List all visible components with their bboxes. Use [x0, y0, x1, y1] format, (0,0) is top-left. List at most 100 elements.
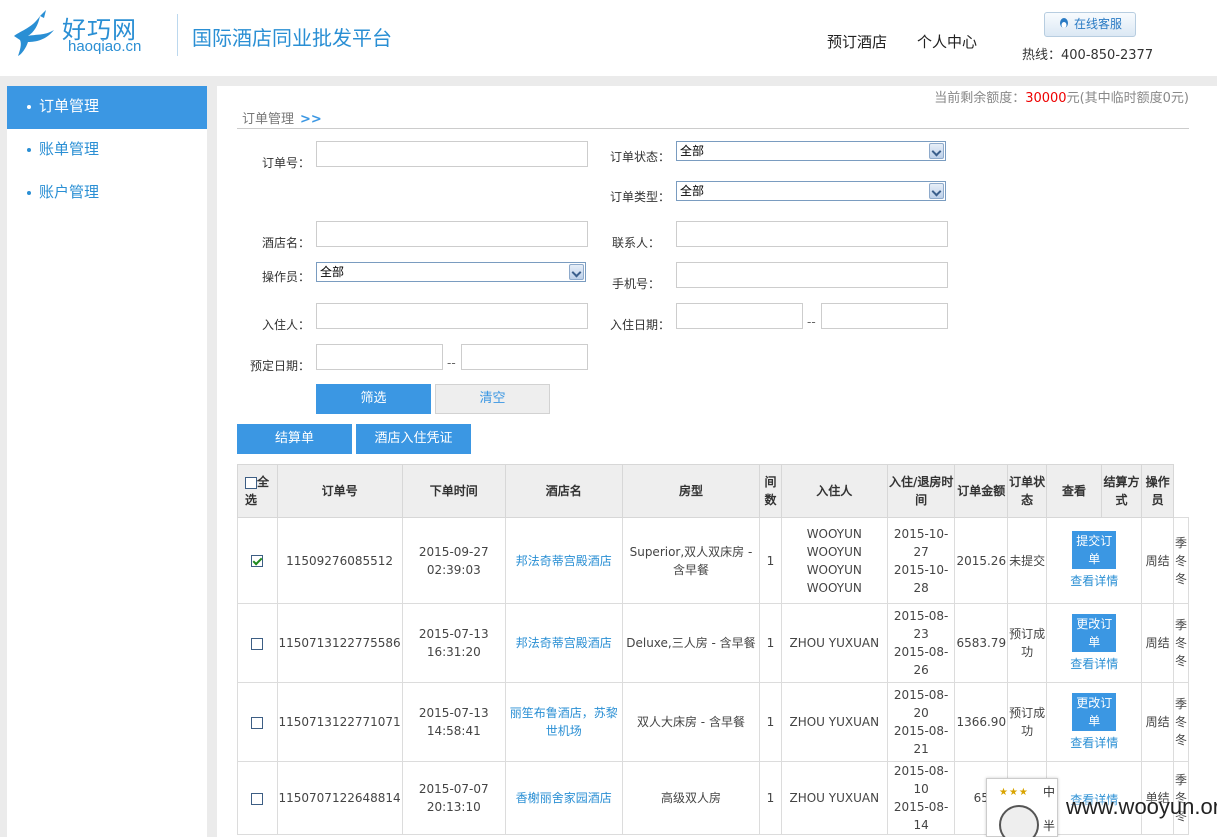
order-no-cell: 1150713122775586 — [276, 603, 403, 683]
settlement-cell: 周结 — [1141, 603, 1174, 683]
col-order-time: 下单时间 — [401, 464, 506, 518]
order-clock: 16:31:20 — [426, 645, 481, 659]
order-type-select[interactable]: 全部 — [676, 181, 946, 201]
row-select-cell — [237, 682, 278, 762]
checkin-date-label: 入住日期： — [609, 318, 670, 332]
checkin-date: 2015-08-23 — [893, 609, 949, 641]
col-status: 订单状态 — [1007, 464, 1048, 518]
chevron-down-icon — [569, 264, 584, 280]
order-time-cell: 2015-07-13 14:58:41 — [401, 682, 506, 762]
hotel-link[interactable]: 邦法奇蒂宫殿酒店 — [516, 554, 612, 568]
sidebar-item-account[interactable]: 账户管理 — [7, 172, 207, 215]
table-row: 1150713122771071 2015-07-13 14:58:41 丽笙布鲁… — [237, 682, 1190, 762]
stay-dates-cell: 2015-08-20 2015-08-21 — [886, 682, 956, 762]
order-time-cell: 2015-07-07 20:13:10 — [401, 761, 506, 835]
guest-input[interactable] — [316, 303, 588, 329]
online-service-button[interactable]: 在线客服 — [1044, 12, 1136, 37]
row-checkbox[interactable] — [251, 792, 264, 805]
filter-button[interactable]: 筛选 — [316, 384, 431, 414]
operator-label: 操作员： — [261, 270, 310, 284]
view-details-link[interactable]: 查看详情 — [1048, 734, 1140, 752]
site-header: 好巧网 haoqiao.cn 国际酒店同业批发平台 预订酒店 个人中心 在线客服… — [0, 0, 1217, 76]
hotel-name-input[interactable] — [316, 221, 588, 247]
phone-label: 手机号： — [611, 277, 660, 291]
hotel-voucher-button[interactable]: 酒店入住凭证 — [356, 424, 471, 454]
bird-logo-icon — [14, 10, 54, 56]
order-clock: 02:39:03 — [426, 562, 481, 577]
row-checkbox[interactable] — [251, 716, 264, 729]
hotel-cell: 丽笙布鲁酒店，苏黎世机场 — [504, 682, 623, 762]
room-count-cell: 1 — [759, 603, 782, 683]
order-no-input[interactable] — [316, 141, 588, 167]
col-room-type: 房型 — [621, 464, 761, 518]
col-room-count: 间数 — [759, 464, 782, 518]
phone-input[interactable] — [676, 262, 948, 288]
site-logo[interactable]: 好巧网 haoqiao.cn — [10, 8, 180, 60]
hotel-link[interactable]: 香榭丽舍家园酒店 — [516, 791, 612, 805]
row-checkbox[interactable] — [251, 637, 264, 650]
operator-cell: 季冬冬 — [1172, 682, 1190, 762]
row-checkbox[interactable] — [251, 555, 264, 567]
row-select-cell — [237, 517, 278, 604]
checkin-date: 2015-08-10 — [893, 764, 949, 796]
order-date: 2015-09-27 — [418, 544, 489, 559]
view-details-link[interactable]: 查看详情 — [1048, 572, 1140, 590]
operator-cell: 季冬冬 — [1172, 603, 1190, 683]
order-no-cell: 11509276085512 — [276, 517, 403, 604]
booking-date-from-input[interactable] — [316, 344, 443, 370]
sidebar-item-bills[interactable]: 账单管理 — [7, 129, 207, 172]
sidebar-item-label: 账户管理 — [39, 183, 100, 201]
stay-dates-cell: 2015-08-23 2015-08-26 — [886, 603, 956, 683]
table-row: 11509276085512 2015-09-27 02:39:03 邦法奇蒂宫殿… — [237, 517, 1190, 604]
amount-cell: 2015.26 — [954, 517, 1009, 604]
col-view: 查看 — [1046, 464, 1102, 518]
hotel-cell: 邦法奇蒂宫殿酒店 — [504, 517, 623, 604]
select-all-checkbox[interactable] — [245, 476, 257, 489]
settlement-cell: 周结 — [1141, 517, 1174, 604]
select-all-header[interactable]: 全选 — [237, 464, 278, 518]
order-status-value: 全部 — [680, 144, 705, 158]
hotel-link[interactable]: 邦法奇蒂宫殿酒店 — [516, 636, 612, 650]
order-status-select[interactable]: 全部 — [676, 141, 946, 161]
guest-name: WOOYUN — [806, 580, 862, 595]
watermark: www.wooyun.org — [1066, 794, 1217, 819]
modify-order-button[interactable]: 更改订单 — [1072, 692, 1117, 731]
guest-name: ZHOU YUXUAN — [789, 791, 880, 805]
order-no-label: 订单号： — [261, 156, 310, 170]
guest-cell: WOOYUN WOOYUN WOOYUN WOOYUN — [780, 517, 888, 604]
checkout-date: 2015-08-14 — [893, 800, 949, 832]
col-stay-dates: 入住/退房时间 — [886, 464, 956, 518]
settlement-cell: 周结 — [1141, 682, 1174, 762]
chevron-down-icon — [929, 143, 944, 159]
certification-badge[interactable]: ★★★ 中 半 — [986, 778, 1058, 837]
view-details-link[interactable]: 查看详情 — [1048, 655, 1140, 673]
contact-label: 联系人： — [611, 236, 660, 250]
stay-dates-cell: 2015-10-27 2015-10-28 — [886, 517, 956, 604]
room-count-cell: 1 — [759, 761, 782, 835]
submit-order-button[interactable]: 提交订单 — [1072, 531, 1117, 569]
hotel-link[interactable]: 丽笙布鲁酒店，苏黎世机场 — [510, 706, 618, 738]
col-order-no: 订单号 — [276, 464, 403, 518]
nav-user-center[interactable]: 个人中心 — [917, 31, 977, 52]
contact-input[interactable] — [676, 221, 948, 247]
bullet-icon — [27, 190, 31, 195]
order-status-label: 订单状态： — [609, 150, 670, 164]
booking-date-to-input[interactable] — [461, 344, 588, 370]
clear-button[interactable]: 清空 — [435, 384, 550, 414]
operator-value: 全部 — [320, 265, 345, 279]
checkout-date: 2015-08-21 — [893, 724, 949, 756]
checkin-date-to-input[interactable] — [821, 303, 948, 329]
quota-suffix: 元(其中临时额度0元) — [1066, 91, 1189, 106]
sidebar-item-orders[interactable]: 订单管理 — [7, 86, 207, 129]
checkin-date-from-input[interactable] — [676, 303, 803, 329]
date-range-separator: -- — [447, 356, 456, 370]
operator-select[interactable]: 全部 — [316, 262, 586, 282]
nav-book-hotel[interactable]: 预订酒店 — [827, 31, 887, 52]
sidebar-item-label: 订单管理 — [39, 97, 100, 115]
status-cell: 未提交 — [1007, 517, 1048, 604]
settlement-button[interactable]: 结算单 — [237, 424, 352, 454]
status-cell: 预订成功 — [1007, 603, 1048, 683]
guest-name: WOOYUN — [806, 526, 862, 541]
guest-cell: ZHOU YUXUAN — [780, 603, 888, 683]
modify-order-button[interactable]: 更改订单 — [1072, 613, 1117, 652]
